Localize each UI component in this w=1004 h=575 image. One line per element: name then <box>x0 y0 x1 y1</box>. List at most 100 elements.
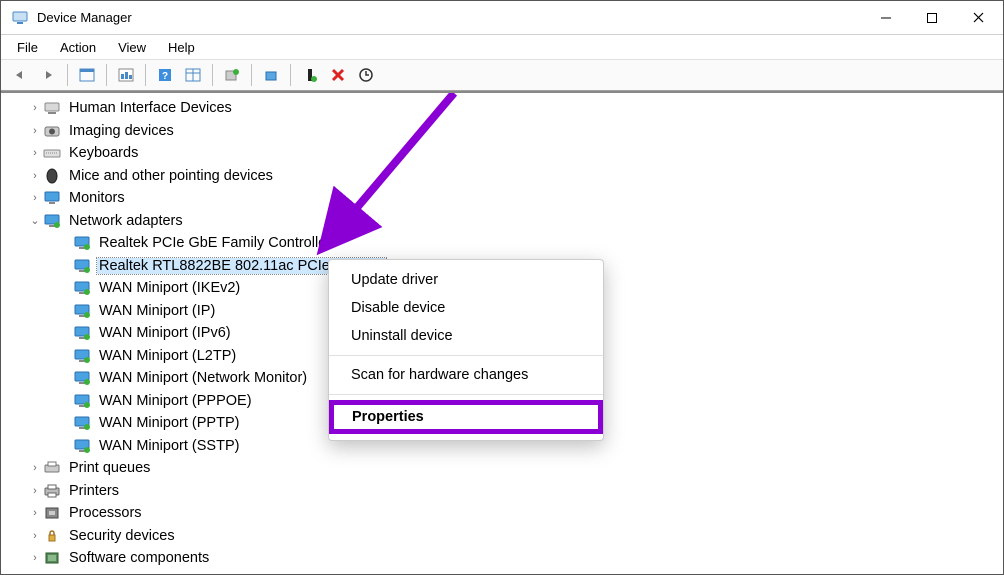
menu-action[interactable]: Action <box>50 38 106 57</box>
keyboard-icon <box>43 144 61 162</box>
forward-button[interactable] <box>35 62 61 88</box>
software-icon <box>43 549 61 567</box>
network-icon <box>43 212 61 230</box>
category-label: Network adapters <box>67 213 185 229</box>
expander-icon[interactable]: › <box>27 125 43 137</box>
tree-device[interactable]: Realtek PCIe GbE Family Controller <box>1 232 1003 255</box>
device-label: WAN Miniport (IKEv2) <box>97 280 242 296</box>
tree-category[interactable]: ⌄ Network adapters <box>1 210 1003 233</box>
context-menu-update-driver[interactable]: Update driver <box>329 266 603 294</box>
device-label: WAN Miniport (Network Monitor) <box>97 370 309 386</box>
hid-icon <box>43 99 61 117</box>
network-adapter-icon <box>73 437 91 455</box>
enable-device-button[interactable] <box>258 62 284 88</box>
network-adapter-icon <box>73 257 91 275</box>
printqueue-icon <box>43 459 61 477</box>
context-menu-scan-hardware[interactable]: Scan for hardware changes <box>329 361 603 389</box>
toolbar-separator <box>251 64 252 86</box>
device-label: WAN Miniport (PPPOE) <box>97 393 254 409</box>
tree-category[interactable]: › Mice and other pointing devices <box>1 165 1003 188</box>
help-button[interactable]: ? <box>152 62 178 88</box>
category-label: Human Interface Devices <box>67 100 234 116</box>
category-label: Security devices <box>67 528 177 544</box>
category-label: Print queues <box>67 460 152 476</box>
toolbar-separator <box>145 64 146 86</box>
device-label: WAN Miniport (PPTP) <box>97 415 241 431</box>
expander-icon[interactable]: › <box>27 147 43 159</box>
menu-file[interactable]: File <box>7 38 48 57</box>
tree-category[interactable]: › Monitors <box>1 187 1003 210</box>
security-icon <box>43 527 61 545</box>
printer-icon <box>43 482 61 500</box>
device-label: WAN Miniport (IP) <box>97 303 217 319</box>
expander-icon[interactable]: › <box>27 102 43 114</box>
update-driver-button[interactable] <box>219 62 245 88</box>
scan-hardware-button[interactable] <box>180 62 206 88</box>
back-button[interactable] <box>7 62 33 88</box>
minimize-button[interactable] <box>863 1 909 34</box>
expander-icon[interactable]: ⌄ <box>27 214 43 227</box>
titlebar: Device Manager <box>1 1 1003 35</box>
app-icon <box>11 9 29 27</box>
window-controls <box>863 1 1001 34</box>
cpu-icon <box>43 504 61 522</box>
toolbar: ? <box>1 59 1003 91</box>
network-adapter-icon <box>73 414 91 432</box>
show-hide-console-button[interactable] <box>74 62 100 88</box>
tree-category[interactable]: › Security devices <box>1 525 1003 548</box>
category-label: Processors <box>67 505 144 521</box>
device-label: Realtek PCIe GbE Family Controller <box>97 235 333 251</box>
context-menu: Update driver Disable device Uninstall d… <box>328 259 604 441</box>
uninstall-device-button[interactable] <box>325 62 351 88</box>
category-label: Mice and other pointing devices <box>67 168 275 184</box>
category-label: Keyboards <box>67 145 140 161</box>
toolbar-separator <box>67 64 68 86</box>
category-label: Monitors <box>67 190 127 206</box>
monitor-icon <box>43 189 61 207</box>
category-label: Imaging devices <box>67 123 176 139</box>
properties-button[interactable] <box>113 62 139 88</box>
expander-icon[interactable]: › <box>27 507 43 519</box>
tree-category[interactable]: › Print queues <box>1 457 1003 480</box>
menu-view[interactable]: View <box>108 38 156 57</box>
toolbar-separator <box>212 64 213 86</box>
context-menu-separator <box>329 394 603 395</box>
expander-icon[interactable]: › <box>27 192 43 204</box>
context-menu-disable-device[interactable]: Disable device <box>329 294 603 322</box>
scan-changes-button[interactable] <box>353 62 379 88</box>
network-adapter-icon <box>73 347 91 365</box>
tree-category[interactable]: › Human Interface Devices <box>1 97 1003 120</box>
context-menu-uninstall-device[interactable]: Uninstall device <box>329 322 603 350</box>
network-adapter-icon <box>73 369 91 387</box>
expander-icon[interactable]: › <box>27 485 43 497</box>
tree-category[interactable]: › Printers <box>1 480 1003 503</box>
disable-device-button[interactable] <box>297 62 323 88</box>
device-label: WAN Miniport (SSTP) <box>97 438 241 454</box>
tree-category[interactable]: › Imaging devices <box>1 120 1003 143</box>
device-tree-area: › Human Interface Devices › Imaging devices… <box>1 91 1003 574</box>
network-adapter-icon <box>73 392 91 410</box>
device-label: WAN Miniport (L2TP) <box>97 348 238 364</box>
expander-icon[interactable]: › <box>27 462 43 474</box>
menu-help[interactable]: Help <box>158 38 205 57</box>
context-menu-separator <box>329 355 603 356</box>
category-label: Printers <box>67 483 121 499</box>
expander-icon[interactable]: › <box>27 552 43 564</box>
device-label: WAN Miniport (IPv6) <box>97 325 233 341</box>
network-adapter-icon <box>73 234 91 252</box>
context-menu-properties[interactable]: Properties <box>329 400 603 434</box>
expander-icon[interactable]: › <box>27 170 43 182</box>
svg-text:?: ? <box>162 71 168 82</box>
expander-icon[interactable]: › <box>27 530 43 542</box>
tree-category[interactable]: › Software components <box>1 547 1003 570</box>
network-adapter-icon <box>73 302 91 320</box>
tree-category[interactable]: › Processors <box>1 502 1003 525</box>
mouse-icon <box>43 167 61 185</box>
toolbar-separator <box>290 64 291 86</box>
network-adapter-icon <box>73 324 91 342</box>
category-label: Software components <box>67 550 211 566</box>
maximize-button[interactable] <box>909 1 955 34</box>
toolbar-separator <box>106 64 107 86</box>
tree-category[interactable]: › Keyboards <box>1 142 1003 165</box>
close-button[interactable] <box>955 1 1001 34</box>
